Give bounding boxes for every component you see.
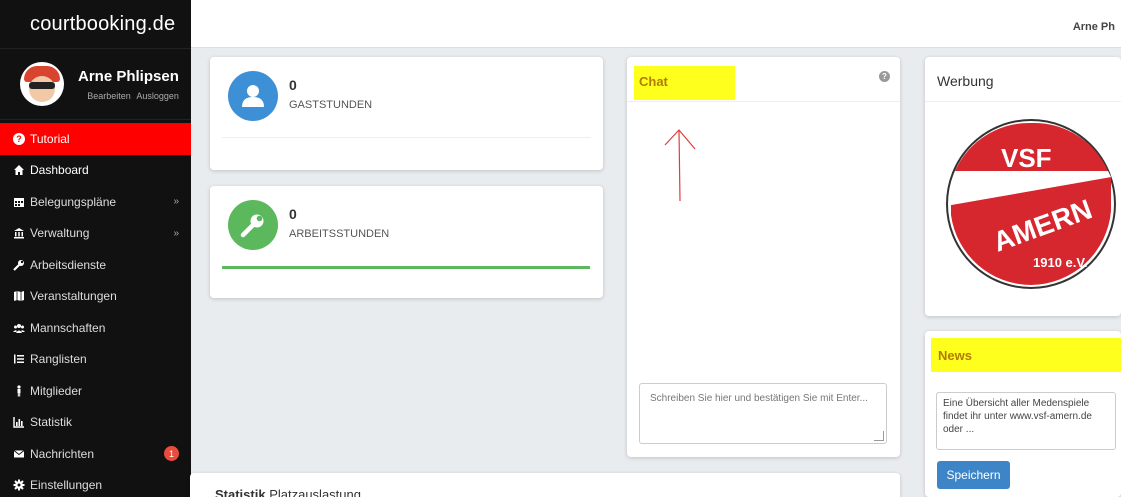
sidebar-item-arbeitsdienste[interactable]: Arbeitsdienste: [0, 249, 191, 281]
news-card: News Eine Übersicht aller Medenspiele fi…: [925, 331, 1121, 497]
club-logo[interactable]: VSF AMERN 1910 e.V.: [945, 115, 1117, 293]
work-icon-circle: [228, 200, 278, 250]
sidebar-item-label: Veranstaltungen: [30, 289, 117, 304]
work-hours-value: 0: [289, 206, 297, 222]
users-icon: [12, 321, 25, 334]
logout-link[interactable]: Ausloggen: [136, 91, 179, 101]
sidebar-item-tutorial[interactable]: ? Tutorial: [0, 123, 191, 155]
user-menu[interactable]: Arne Ph: [1073, 21, 1115, 33]
sidebar-item-mitglieder[interactable]: Mitglieder: [0, 375, 191, 407]
sidebar-item-label: Statistik: [30, 415, 73, 430]
sidebar-item-label: Tutorial: [30, 131, 70, 146]
guest-hours-card: 0 GASTSTUNDEN: [210, 57, 603, 170]
sidebar-item-belegungsplaene[interactable]: Belegungspläne »: [0, 186, 191, 218]
sidebar-item-statistik[interactable]: Statistik: [0, 407, 191, 439]
sidebar-nav: ? Tutorial Dashboard Belegungspläne » Ve…: [0, 123, 191, 497]
divider: [222, 137, 591, 138]
chevron-double-down-icon: »: [173, 196, 179, 208]
map-icon: [12, 290, 25, 303]
ad-card: Werbung VSF AMERN 1910 e.V.: [925, 57, 1121, 316]
list-icon: [12, 353, 25, 366]
sidebar-item-verwaltung[interactable]: Verwaltung »: [0, 218, 191, 250]
edit-profile-link[interactable]: Bearbeiten: [87, 91, 131, 101]
chat-card: Chat ? Schreiben Sie hier und bestätigen…: [627, 57, 900, 457]
logo-text-top: VSF: [1001, 143, 1052, 173]
divider: [925, 101, 1121, 102]
sidebar-item-mannschaften[interactable]: Mannschaften: [0, 312, 191, 344]
work-progress-bar: [222, 266, 590, 269]
statistics-title: Statistik Platzauslastung: [215, 487, 361, 497]
work-progress-fill: [222, 266, 590, 269]
sidebar-item-label: Arbeitsdienste: [30, 257, 107, 272]
person-icon: [12, 384, 25, 397]
sidebar: courtbooking.de Arne Phlipsen Bearbeiten…: [0, 0, 191, 497]
sidebar-item-veranstaltungen[interactable]: Veranstaltungen: [0, 281, 191, 313]
question-circle-icon: ?: [12, 132, 25, 145]
help-icon[interactable]: ?: [879, 71, 890, 82]
save-button[interactable]: Speichern: [937, 461, 1010, 489]
sidebar-item-einstellungen[interactable]: Einstellungen: [0, 470, 191, 497]
app-logo[interactable]: courtbooking.de: [0, 0, 191, 48]
wrench-icon: [12, 258, 25, 271]
statistics-card: Statistik Platzauslastung: [190, 473, 900, 497]
user-profile: Arne Phlipsen Bearbeiten Ausloggen: [0, 48, 191, 120]
resize-grip-icon[interactable]: [874, 431, 884, 441]
sidebar-item-label: Verwaltung: [30, 226, 90, 241]
profile-name: Arne Phlipsen: [78, 67, 179, 85]
bank-icon: [12, 227, 25, 240]
logo-text-bottom: 1910 e.V.: [1033, 255, 1087, 270]
envelope-icon: [12, 447, 25, 460]
sidebar-item-ranglisten[interactable]: Ranglisten: [0, 344, 191, 376]
chat-input[interactable]: Schreiben Sie hier und bestätigen Sie mi…: [639, 383, 887, 444]
sidebar-item-label: Mannschaften: [30, 320, 106, 335]
chevron-double-down-icon: »: [173, 227, 179, 239]
sidebar-item-dashboard[interactable]: Dashboard: [0, 155, 191, 187]
sidebar-item-label: Dashboard: [30, 163, 89, 178]
chart-icon: [12, 416, 25, 429]
avatar[interactable]: [20, 62, 64, 106]
unread-badge: 1: [164, 446, 179, 462]
sidebar-item-nachrichten[interactable]: Nachrichten 1: [0, 438, 191, 470]
ad-title: Werbung: [937, 73, 994, 89]
guest-hours-value: 0: [289, 77, 297, 93]
guest-icon-circle: [228, 71, 278, 121]
gear-icon: [12, 479, 25, 492]
wrench-icon: [240, 214, 264, 238]
sidebar-item-label: Einstellungen: [30, 478, 103, 493]
sidebar-item-label: Mitglieder: [30, 383, 83, 398]
calendar-icon: [12, 195, 25, 208]
divider: [627, 101, 900, 102]
sidebar-item-label: Ranglisten: [30, 352, 87, 367]
chat-title: Chat: [634, 66, 735, 100]
news-textarea[interactable]: Eine Übersicht aller Medenspiele findet …: [936, 392, 1116, 450]
guest-hours-label: GASTSTUNDEN: [289, 99, 373, 111]
svg-text:?: ?: [16, 134, 22, 144]
arrow-annotation-icon: [664, 129, 696, 202]
work-hours-label: ARBEITSSTUNDEN: [289, 228, 390, 240]
work-hours-card: 0 ARBEITSSTUNDEN: [210, 186, 603, 298]
news-title: News: [931, 338, 1121, 372]
sidebar-item-label: Nachrichten: [30, 446, 95, 461]
user-icon: [242, 85, 264, 107]
home-icon: [12, 164, 25, 177]
top-bar: Arne Ph: [191, 0, 1121, 48]
sidebar-item-label: Belegungspläne: [30, 194, 117, 209]
